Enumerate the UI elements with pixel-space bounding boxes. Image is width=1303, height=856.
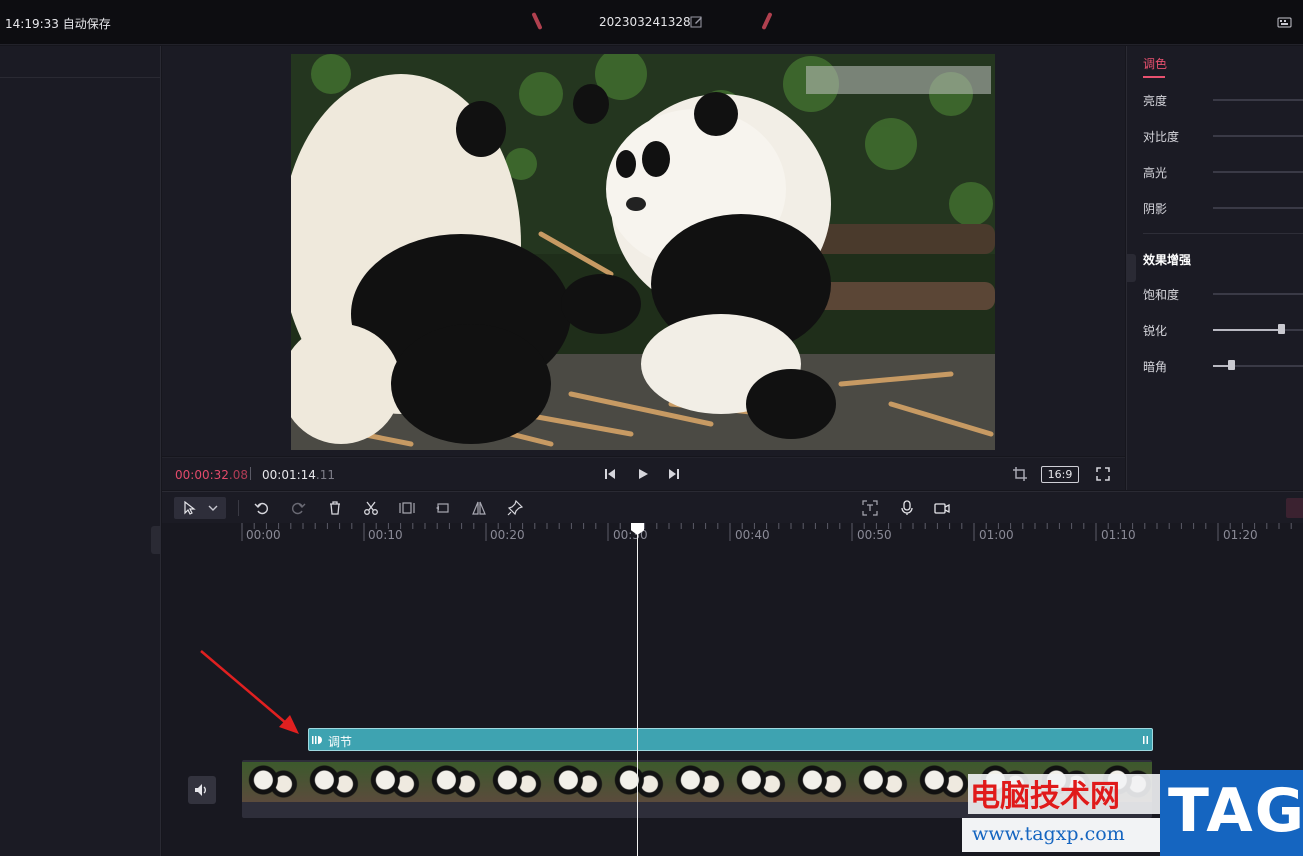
delete-icon[interactable] xyxy=(327,500,343,516)
svg-text:电脑技术网: 电脑技术网 xyxy=(970,779,1120,814)
section-divider xyxy=(1143,233,1303,234)
fullscreen-icon[interactable] xyxy=(1096,467,1110,481)
edit-icon[interactable] xyxy=(690,15,703,28)
panel-collapse-handle[interactable] xyxy=(1126,254,1136,282)
playhead[interactable] xyxy=(637,523,638,856)
brightness-slider[interactable] xyxy=(1213,99,1303,101)
scissors-icon[interactable] xyxy=(363,500,379,516)
left-panel xyxy=(0,46,161,856)
effect-section-title: 效果增强 xyxy=(1143,253,1192,267)
video-preview xyxy=(291,54,995,450)
top-bar: 14:19:33 自动保存 202303241328 xyxy=(0,0,1303,45)
replace-icon[interactable] xyxy=(435,500,451,516)
skip-forward-icon[interactable] xyxy=(667,467,681,481)
left-panel-collapse-handle[interactable] xyxy=(151,526,161,554)
video-thumbnail xyxy=(547,762,608,802)
sharpen-label: 锐化 xyxy=(1143,324,1168,338)
ruler-label: 00:20 xyxy=(490,528,525,542)
crop-icon[interactable] xyxy=(1013,467,1027,481)
contrast-slider[interactable] xyxy=(1213,135,1303,137)
current-time: 00:00:32.08 xyxy=(175,468,248,482)
video-thumbnail xyxy=(303,762,364,802)
ruler-label: 00:40 xyxy=(735,528,770,542)
camera-record-icon[interactable] xyxy=(934,500,950,516)
brightness-label: 亮度 xyxy=(1143,94,1168,108)
adjust-clip[interactable]: 调节 xyxy=(308,728,1153,751)
watermark-url: www.tagxp.com xyxy=(962,818,1162,852)
undo-icon[interactable] xyxy=(254,500,270,516)
video-thumbnail xyxy=(242,762,303,802)
sharpen-slider-knob[interactable] xyxy=(1278,324,1286,334)
video-thumbnail xyxy=(913,762,974,802)
video-thumbnail xyxy=(669,762,730,802)
time-separator xyxy=(250,467,251,480)
video-thumbnail xyxy=(425,762,486,802)
timeline-toolbar xyxy=(162,491,1303,523)
toolbar-separator xyxy=(238,500,239,516)
shadow-label: 阴影 xyxy=(1143,202,1168,216)
saturation-slider[interactable] xyxy=(1213,293,1303,295)
annotation-arrow xyxy=(200,650,299,734)
highlight-slider[interactable] xyxy=(1213,171,1303,173)
contrast-label: 对比度 xyxy=(1143,130,1180,144)
speaker-icon xyxy=(195,784,206,796)
watermark-logo: TAG xyxy=(1160,770,1303,856)
ruler-label: 01:10 xyxy=(1101,528,1136,542)
ruler-label: 00:50 xyxy=(857,528,892,542)
microphone-icon[interactable] xyxy=(899,500,915,516)
autosave-status: 14:19:33 自动保存 xyxy=(5,17,111,31)
clip-handle-right-icon[interactable] xyxy=(1143,734,1149,746)
ruler-label: 00:10 xyxy=(368,528,403,542)
highlight-label: 高光 xyxy=(1143,166,1168,180)
title-decoration-right xyxy=(761,11,773,31)
chevron-down-icon xyxy=(208,505,218,511)
left-panel-header xyxy=(0,46,160,78)
watermark-title: 电脑技术网 xyxy=(968,774,1168,814)
skip-back-icon[interactable] xyxy=(603,467,617,481)
video-thumbnail xyxy=(852,762,913,802)
project-title[interactable]: 202303241328 xyxy=(599,15,691,29)
track-volume-button[interactable] xyxy=(188,776,216,804)
shadow-slider[interactable] xyxy=(1213,207,1303,209)
sharpen-slider-fill xyxy=(1213,329,1282,331)
video-thumbnail xyxy=(486,762,547,802)
tab-color[interactable]: 调色 xyxy=(1143,55,1167,72)
video-thumbnail xyxy=(364,762,425,802)
ruler-label: 01:00 xyxy=(979,528,1014,542)
redo-icon[interactable] xyxy=(290,500,306,516)
preview-area xyxy=(162,46,1125,456)
select-tool-dropdown[interactable] xyxy=(174,497,226,519)
pin-icon[interactable] xyxy=(507,500,523,516)
title-decoration-left xyxy=(531,11,543,31)
vignette-label: 暗角 xyxy=(1143,360,1168,374)
clip-handle-left-icon[interactable] xyxy=(312,734,324,746)
timeline-settings-button[interactable] xyxy=(1286,498,1303,518)
tab-underline xyxy=(1143,76,1165,78)
video-thumbnail xyxy=(730,762,791,802)
total-time: 00:01:14.11 xyxy=(262,468,335,482)
saturation-label: 饱和度 xyxy=(1143,288,1180,302)
smart-crop-icon[interactable] xyxy=(862,500,878,516)
mirror-icon[interactable] xyxy=(471,500,487,516)
ruler-label: 01:20 xyxy=(1223,528,1258,542)
video-thumbnail xyxy=(608,762,669,802)
aspect-ratio-button[interactable]: 16:9 xyxy=(1041,466,1079,483)
ruler-label: 00:00 xyxy=(246,528,281,542)
play-icon[interactable] xyxy=(636,467,650,481)
cursor-icon xyxy=(184,501,196,515)
adjust-clip-label: 调节 xyxy=(328,735,353,749)
keyboard-icon[interactable] xyxy=(1277,14,1293,30)
video-thumbnail xyxy=(791,762,852,802)
adjust-panel: 调色 亮度 对比度 高光 阴影 效果增强 饱和度 锐化 暗角 xyxy=(1126,46,1303,490)
preview-controls: 00:00:32.08 00:01:14.11 16:9 xyxy=(162,457,1125,490)
vignette-slider-knob[interactable] xyxy=(1228,360,1236,370)
split-icon[interactable] xyxy=(399,500,415,516)
